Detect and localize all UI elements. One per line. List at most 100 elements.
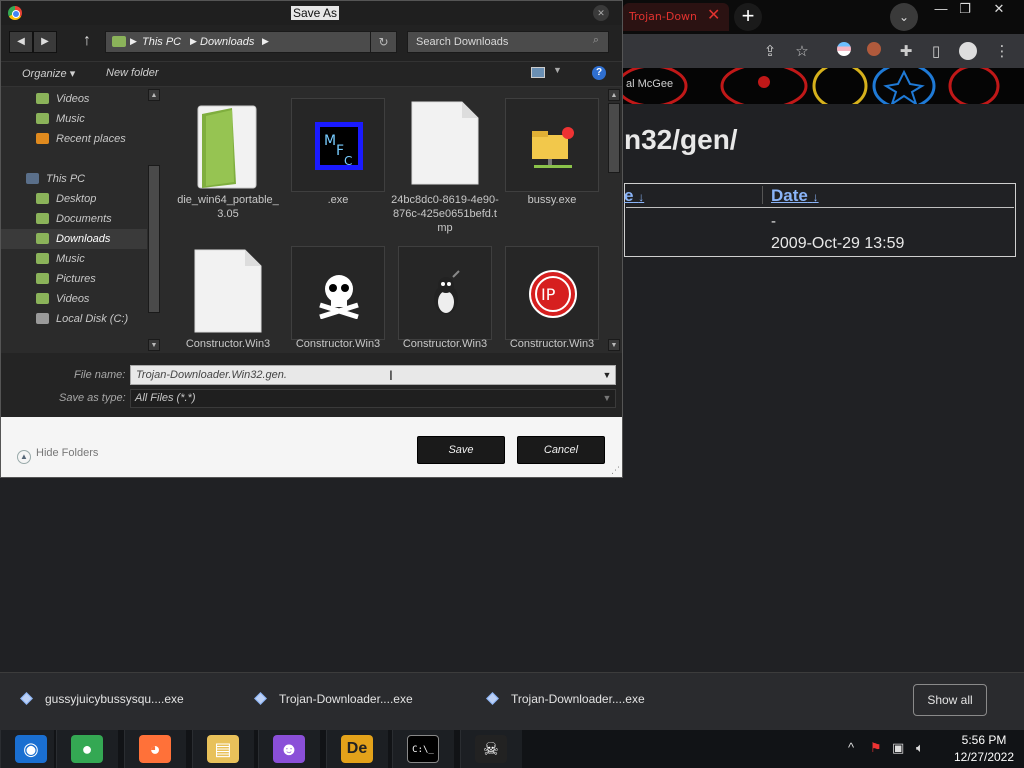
taskbar-de-app[interactable]: De (326, 730, 388, 768)
taskbar-start-button[interactable]: ◉ (0, 730, 54, 768)
search-input[interactable] (408, 32, 582, 52)
tab-trojan[interactable]: Trojan-Down ✕ (623, 3, 729, 31)
column-divider (762, 186, 763, 204)
folder-icon (36, 293, 49, 304)
banner-caption: al McGee (626, 78, 674, 90)
file-tile[interactable] (181, 98, 275, 192)
folder-icon (36, 113, 49, 124)
sort-arrow-icon: ↓ (812, 190, 819, 204)
file-tile[interactable] (398, 246, 492, 340)
taskbar-command-prompt[interactable]: C:\_ (392, 730, 454, 768)
file-list-scroll-thumb[interactable] (608, 103, 620, 173)
taskbar-file-explorer[interactable]: ▤ (192, 730, 254, 768)
tab-close-icon[interactable]: ✕ (707, 5, 720, 25)
new-folder-button[interactable]: New folder (106, 67, 159, 79)
nav-item[interactable]: Documents (1, 209, 147, 229)
taskbar-firefox[interactable]: ◕ (124, 730, 186, 768)
nav-item[interactable]: Pictures (1, 269, 147, 289)
taskbar-skull-app[interactable]: ☠ (460, 730, 522, 768)
file-icon (486, 692, 499, 705)
file-tile[interactable]: MFC (291, 98, 385, 192)
taskbar-people-app[interactable]: ☻ (258, 730, 320, 768)
extension-avatar-icon[interactable] (864, 42, 884, 62)
nav-item[interactable]: Music (1, 249, 147, 269)
scroll-up-icon[interactable]: ▲ (608, 89, 620, 101)
network-icon[interactable]: ▣ (892, 740, 904, 756)
save-as-type-select[interactable]: All Files (*.*) ▼ (130, 389, 616, 408)
file-tile[interactable] (291, 246, 385, 340)
scroll-down-icon[interactable]: ▼ (148, 339, 160, 351)
breadcrumb-downloads[interactable]: Downloads (200, 36, 254, 48)
menu-kebab-icon[interactable]: ⋮ (992, 42, 1012, 62)
window-close-button[interactable]: ✕ (982, 0, 1016, 18)
view-dropdown-chevron-icon[interactable]: ▼ (553, 65, 562, 75)
share-icon[interactable]: ⇪ (760, 42, 780, 62)
profile-avatar-icon[interactable] (958, 42, 978, 62)
folder-icon (36, 273, 49, 284)
volume-icon[interactable]: 🔈︎ (916, 740, 924, 756)
svg-text:C: C (344, 154, 352, 168)
nav-item[interactable]: Desktop (1, 189, 147, 209)
restore-button[interactable]: ❐ (948, 0, 982, 18)
breadcrumb-separator-icon[interactable]: ▶ (190, 36, 197, 47)
save-as-type-dropdown-icon[interactable]: ▼ (599, 390, 615, 407)
tab-search-chevron-icon[interactable]: ⌄ (890, 3, 918, 31)
column-header-date[interactable]: Date ↓ (771, 186, 819, 206)
nav-item[interactable]: This PC (1, 169, 147, 189)
nav-item[interactable]: Videos (1, 89, 147, 109)
download-item[interactable]: Trojan-Downloader....exe (486, 692, 645, 710)
nav-item[interactable]: Local Disk (C:) (1, 309, 147, 329)
breadcrumb-this-pc[interactable]: This PC (142, 36, 181, 48)
organize-menu-button[interactable]: Organize ▾ (22, 67, 75, 80)
resize-grip-icon[interactable]: ⋰ (611, 465, 620, 476)
scroll-down-icon[interactable]: ▼ (608, 339, 620, 351)
breadcrumb-separator-icon[interactable]: ▶ (262, 36, 269, 47)
file-explorer-icon: ▤ (207, 735, 239, 763)
table-divider (626, 207, 1014, 208)
side-panel-icon[interactable]: ▯ (926, 42, 946, 62)
download-item[interactable]: Trojan-Downloader....exe (254, 692, 413, 710)
up-folder-button[interactable]: ↑ (83, 32, 91, 50)
breadcrumb-separator-icon[interactable]: ▶ (130, 36, 137, 47)
file-name-dropdown-icon[interactable]: ▼ (599, 366, 615, 384)
back-button[interactable]: ◀ (9, 31, 33, 53)
de-app-icon: De (341, 735, 373, 763)
action-center-flag-icon[interactable]: ⚑ (870, 740, 882, 756)
file-tile-label: Constructor.Win3 (295, 338, 381, 350)
dialog-close-button[interactable]: ✕ (593, 5, 609, 21)
nav-item[interactable]: Downloads (1, 229, 147, 249)
tray-chevron-icon[interactable]: ^ (848, 740, 854, 755)
blank-file-icon (410, 100, 480, 191)
cancel-button[interactable]: Cancel (517, 436, 605, 464)
show-all-button[interactable]: Show all (913, 684, 987, 716)
address-bar[interactable]: ▶ This PC ▶ Downloads ▶ ↻ (105, 31, 397, 53)
file-tile[interactable] (181, 246, 275, 340)
taskbar-chrome[interactable]: ● (56, 730, 118, 768)
nav-item[interactable]: Music (1, 109, 147, 129)
extensions-puzzle-icon[interactable]: ✚ (896, 42, 916, 62)
nav-item[interactable]: Videos (1, 289, 147, 309)
folder-icon (36, 213, 49, 224)
hide-folders-toggle[interactable]: ▲ Hide Folders (17, 447, 98, 464)
change-view-icon[interactable] (531, 67, 545, 78)
file-tile[interactable] (398, 98, 492, 192)
column-header-date-label: Date (771, 186, 808, 205)
clock-time[interactable]: 5:56 PM (944, 733, 1024, 747)
help-icon[interactable]: ? (592, 66, 606, 80)
bookmark-star-icon[interactable]: ☆ (792, 42, 812, 62)
forward-button[interactable]: ▶ (33, 31, 57, 53)
file-tile[interactable] (505, 98, 599, 192)
column-header-name[interactable]: e ↓ (624, 186, 644, 206)
search-icon[interactable]: ⌕ (586, 34, 606, 50)
nav-item[interactable]: Recent places (1, 129, 147, 149)
nav-pane-scroll-thumb[interactable] (148, 165, 160, 313)
clock-date[interactable]: 12/27/2022 (944, 750, 1024, 764)
scroll-up-icon[interactable]: ▲ (148, 89, 160, 101)
refresh-icon[interactable]: ↻ (370, 32, 396, 52)
save-button[interactable]: Save (417, 436, 505, 464)
file-tile[interactable]: IP (505, 246, 599, 340)
file-name-input[interactable] (131, 366, 597, 384)
new-tab-button[interactable]: + (734, 3, 762, 31)
extension-flag-icon[interactable] (834, 42, 854, 62)
download-item[interactable]: gussyjuicybussysqu....exe (20, 692, 184, 710)
